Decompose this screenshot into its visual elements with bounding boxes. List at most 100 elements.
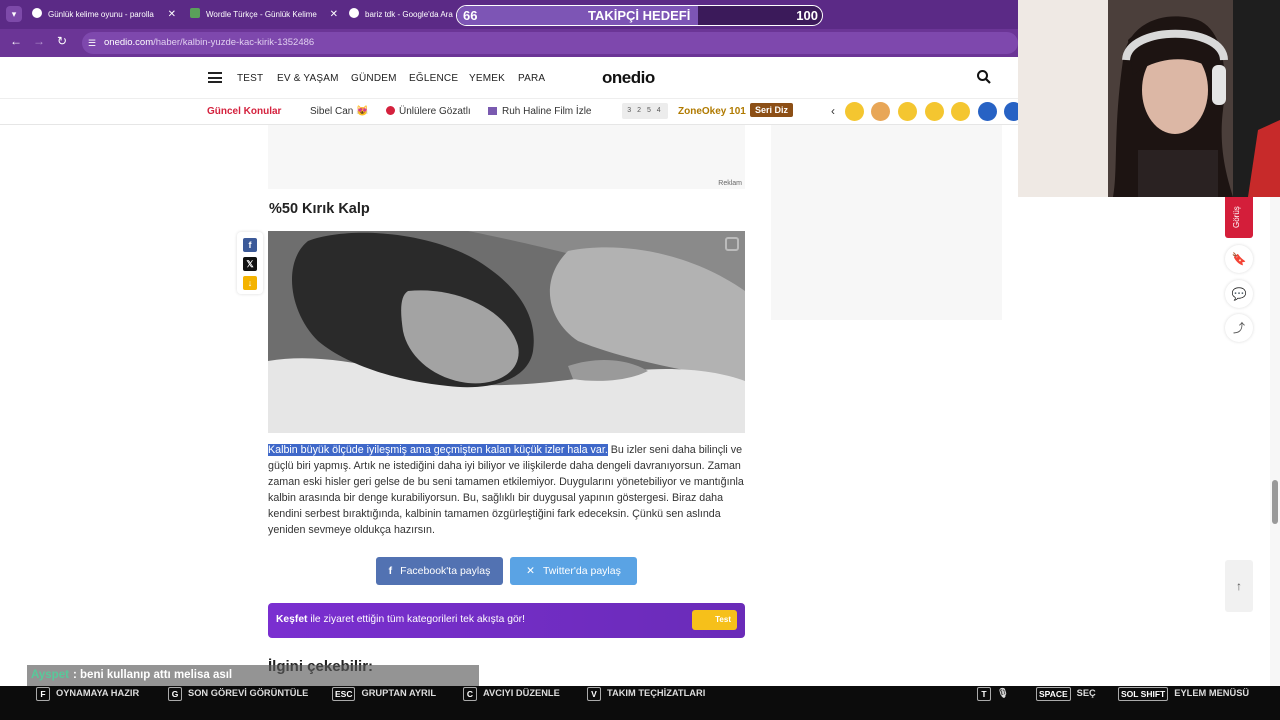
tab-favicon xyxy=(32,8,42,18)
hud-key: ESC xyxy=(332,687,356,701)
hud-leave-group[interactable]: ESC GRUPTAN AYRIL xyxy=(332,687,436,703)
hud-label: OYNAMAYA HAZIR xyxy=(56,688,140,698)
hud-action-menu[interactable]: SOL SHIFT EYLEM MENÜSÜ xyxy=(1118,687,1249,703)
twitter-share-label: Twitter'da paylaş xyxy=(542,565,621,577)
browser-tab-parolla[interactable]: Günlük kelime oyunu - parolla ✕ xyxy=(32,4,176,26)
hud-key: T xyxy=(977,687,991,701)
nav-eglence[interactable]: EĞLENCE xyxy=(409,73,458,84)
site-logo[interactable]: onedio xyxy=(602,68,655,88)
crying-emoji-icon[interactable] xyxy=(925,102,944,121)
heart-eyes-emoji-icon[interactable] xyxy=(898,102,917,121)
hud-label: AVCIYI DÜZENLE xyxy=(483,688,560,698)
scrollbar-thumb[interactable] xyxy=(1272,480,1278,524)
tab-favicon xyxy=(190,8,200,18)
kesfet-banner[interactable]: Keşfet ile ziyaret ettiğin tüm kategoril… xyxy=(268,603,745,638)
hug-emoji-icon[interactable] xyxy=(871,102,890,121)
reload-icon[interactable]: ↻ xyxy=(57,34,67,48)
sidebar-ad[interactable] xyxy=(771,125,1002,320)
microphone-icon: 🎙 xyxy=(997,688,1009,698)
browser-tab-google[interactable]: bariz tdk - Google'da Ara xyxy=(349,4,454,26)
search-icon[interactable] xyxy=(976,69,992,85)
site-info-icon[interactable]: ☰ xyxy=(88,38,96,49)
tab-search-button[interactable]: ▾ xyxy=(6,6,22,22)
follower-goal-bar: 66 TAKİPÇİ HEDEFİ 100 xyxy=(456,5,823,26)
tab-title: Günlük kelime oyunu - parolla xyxy=(48,10,154,19)
address-bar[interactable]: ☰ onedio.com/haber/kalbin-yuzde-kac-kiri… xyxy=(82,32,1018,54)
share-rail: f 𝕏 ↓ xyxy=(237,232,263,294)
ad-label: Reklam xyxy=(718,180,742,187)
trending-film[interactable]: Ruh Haline Film İzle xyxy=(488,106,591,117)
article-photo xyxy=(268,231,745,433)
tab-title: bariz tdk - Google'da Ara xyxy=(365,10,453,19)
trending-label[interactable]: Güncel Konular xyxy=(207,106,281,117)
sleeping-person-photo xyxy=(268,231,745,433)
game-hud-bar: F OYNAMAYA HAZIR G SON GÖREVİ GÖRÜNTÜLE ES… xyxy=(0,686,1280,720)
hud-select[interactable]: SPACE SEÇ xyxy=(1036,687,1096,703)
hud-edit-hunter[interactable]: C AVCIYI DÜZENLE xyxy=(463,687,560,703)
expand-icon[interactable] xyxy=(725,237,739,251)
hud-key: V xyxy=(587,687,601,701)
menu-icon[interactable] xyxy=(208,72,222,83)
facebook-share-button[interactable]: f Facebook'ta paylaş xyxy=(376,557,503,585)
chevron-left-icon[interactable]: ‹ xyxy=(831,104,835,118)
webcam-overlay xyxy=(1018,0,1280,197)
close-icon[interactable]: ✕ xyxy=(168,4,176,26)
seri-diz-badge[interactable]: Seri Diz xyxy=(750,103,794,117)
kesfet-bold: Keşfet xyxy=(276,614,308,625)
back-icon[interactable]: ← xyxy=(10,34,22,48)
hud-last-mission[interactable]: G SON GÖREVİ GÖRÜNTÜLE xyxy=(168,687,308,703)
forward-icon[interactable]: → xyxy=(33,34,45,48)
google-icon xyxy=(349,8,359,18)
hud-key: F xyxy=(36,687,50,701)
article-paragraph: Kalbin büyük ölçüde iyileşmiş ama geçmiş… xyxy=(268,442,746,538)
url-path: /haber/kalbin-yuzde-kac-kirik-1352486 xyxy=(153,37,315,48)
hud-voice[interactable]: T 🎙 xyxy=(977,687,1009,703)
ad-box[interactable]: Reklam xyxy=(268,125,745,189)
bookmark-icon[interactable]: 🔖 xyxy=(1225,245,1253,273)
smile-emoji-icon[interactable] xyxy=(951,102,970,121)
number-game-badge[interactable]: 3 2 5 4 xyxy=(622,103,668,119)
share-icon[interactable]: ⤴ xyxy=(1225,314,1253,342)
goal-label: TAKİPÇİ HEDEFİ xyxy=(588,8,691,23)
hud-label: SEÇ xyxy=(1076,688,1096,698)
hud-label: GRUPTAN AYRIL xyxy=(361,688,437,698)
close-icon[interactable]: ✕ xyxy=(330,4,338,26)
x-icon[interactable]: 𝕏 xyxy=(243,257,257,271)
hud-key: G xyxy=(168,687,182,701)
feedback-tab-label: Görüş xyxy=(1232,206,1241,228)
facebook-share-label: Facebook'ta paylaş xyxy=(400,565,491,577)
url-host: onedio.com xyxy=(104,37,154,48)
zoneokey-link[interactable]: ZoneOkey 101 xyxy=(678,106,746,117)
hud-key: SOL SHIFT xyxy=(1118,687,1169,701)
download-icon[interactable]: ↓ xyxy=(243,276,257,290)
browser-tab-wordle[interactable]: Wordle Türkçe - Günlük Kelime ✕ xyxy=(190,4,338,26)
feedback-tab[interactable]: Görüş xyxy=(1225,190,1253,238)
scroll-top-button[interactable]: ↑ xyxy=(1225,560,1253,612)
hud-ready[interactable]: F OYNAMAYA HAZIR xyxy=(36,687,139,703)
hud-label: EYLEM MENÜSÜ xyxy=(1174,688,1250,698)
paragraph-text: Bu izler seni daha bilinçli ve güçlü bir… xyxy=(268,444,744,536)
kesfet-rest: ile ziyaret ettiğin tüm kategorileri tek… xyxy=(307,614,525,625)
mask-emoji-icon[interactable] xyxy=(845,102,864,121)
trending-film-label: Ruh Haline Film İzle xyxy=(502,106,592,117)
nav-ev-yasam[interactable]: EV & YAŞAM xyxy=(277,73,339,84)
kesfet-text: Keşfet ile ziyaret ettiğin tüm kategoril… xyxy=(276,614,525,625)
nav-para[interactable]: PARA xyxy=(518,73,545,84)
film-icon xyxy=(488,107,497,115)
goal-current: 66 xyxy=(463,8,478,23)
page-scrollbar[interactable] xyxy=(1270,125,1280,687)
nav-gundem[interactable]: GÜNDEM xyxy=(351,73,397,84)
facebook-icon[interactable]: f xyxy=(243,238,257,252)
twitter-share-button[interactable]: ✕ Twitter'da paylaş xyxy=(510,557,637,585)
section-title: %50 Kırık Kalp xyxy=(269,201,370,217)
comments-icon[interactable]: 💬 xyxy=(1225,280,1253,308)
x-icon: ✕ xyxy=(526,565,535,577)
brand-logo-icon[interactable] xyxy=(978,102,997,121)
nav-test[interactable]: TEST xyxy=(237,73,263,84)
highlighted-text: Kalbin büyük ölçüde iyileşmiş ama geçmiş… xyxy=(268,444,608,456)
trending-unlulere[interactable]: Ünlülere Gözatlı xyxy=(386,106,471,117)
hud-team-loadouts[interactable]: V TAKIM TEÇHİZATLARI xyxy=(587,687,705,703)
trending-sibel-can[interactable]: Sibel Can 😻 xyxy=(310,106,369,117)
tab-title: Wordle Türkçe - Günlük Kelime xyxy=(206,10,317,19)
nav-yemek[interactable]: YEMEK xyxy=(469,73,505,84)
